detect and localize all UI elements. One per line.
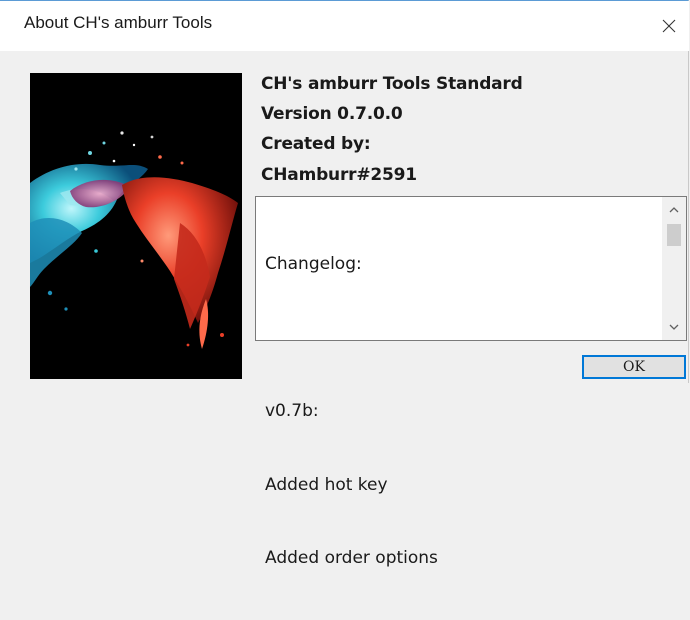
changelog-textbox[interactable]: Changelog: ​ v0.7b: Added hot key Added … (255, 196, 687, 568)
vertical-scrollbar[interactable] (662, 197, 686, 340)
chevron-down-icon (669, 324, 679, 330)
product-name: CH's amburr Tools Standard (261, 74, 523, 94)
changelog-content: Changelog: ​ v0.7b: Added hot key Added … (265, 203, 655, 620)
splash-image (30, 73, 242, 379)
ok-button[interactable]: OK (582, 355, 686, 379)
paint-splash-art (30, 73, 242, 379)
created-by-label: Created by: (261, 134, 371, 154)
close-icon (662, 19, 676, 33)
title-bar[interactable]: About CH's amburr Tools (0, 1, 689, 51)
changelog-line: ​ (265, 326, 655, 351)
scroll-thumb[interactable] (667, 224, 681, 246)
version-text: Version 0.7.0.0 (261, 104, 403, 124)
about-dialog: About CH's amburr Tools CH's amburr Tool… (0, 0, 689, 568)
window-title: About CH's amburr Tools (24, 13, 213, 32)
scroll-down-button[interactable] (662, 316, 686, 338)
changelog-line: Added order options (265, 548, 438, 568)
chevron-up-icon (669, 207, 679, 213)
changelog-line: Changelog: (265, 254, 362, 274)
scroll-up-button[interactable] (662, 199, 686, 221)
close-button[interactable] (649, 1, 689, 51)
changelog-line: Added hot key (265, 474, 388, 495)
changelog-line: v0.7b: (265, 401, 319, 421)
author-name: CHamburr#2591 (261, 165, 417, 185)
